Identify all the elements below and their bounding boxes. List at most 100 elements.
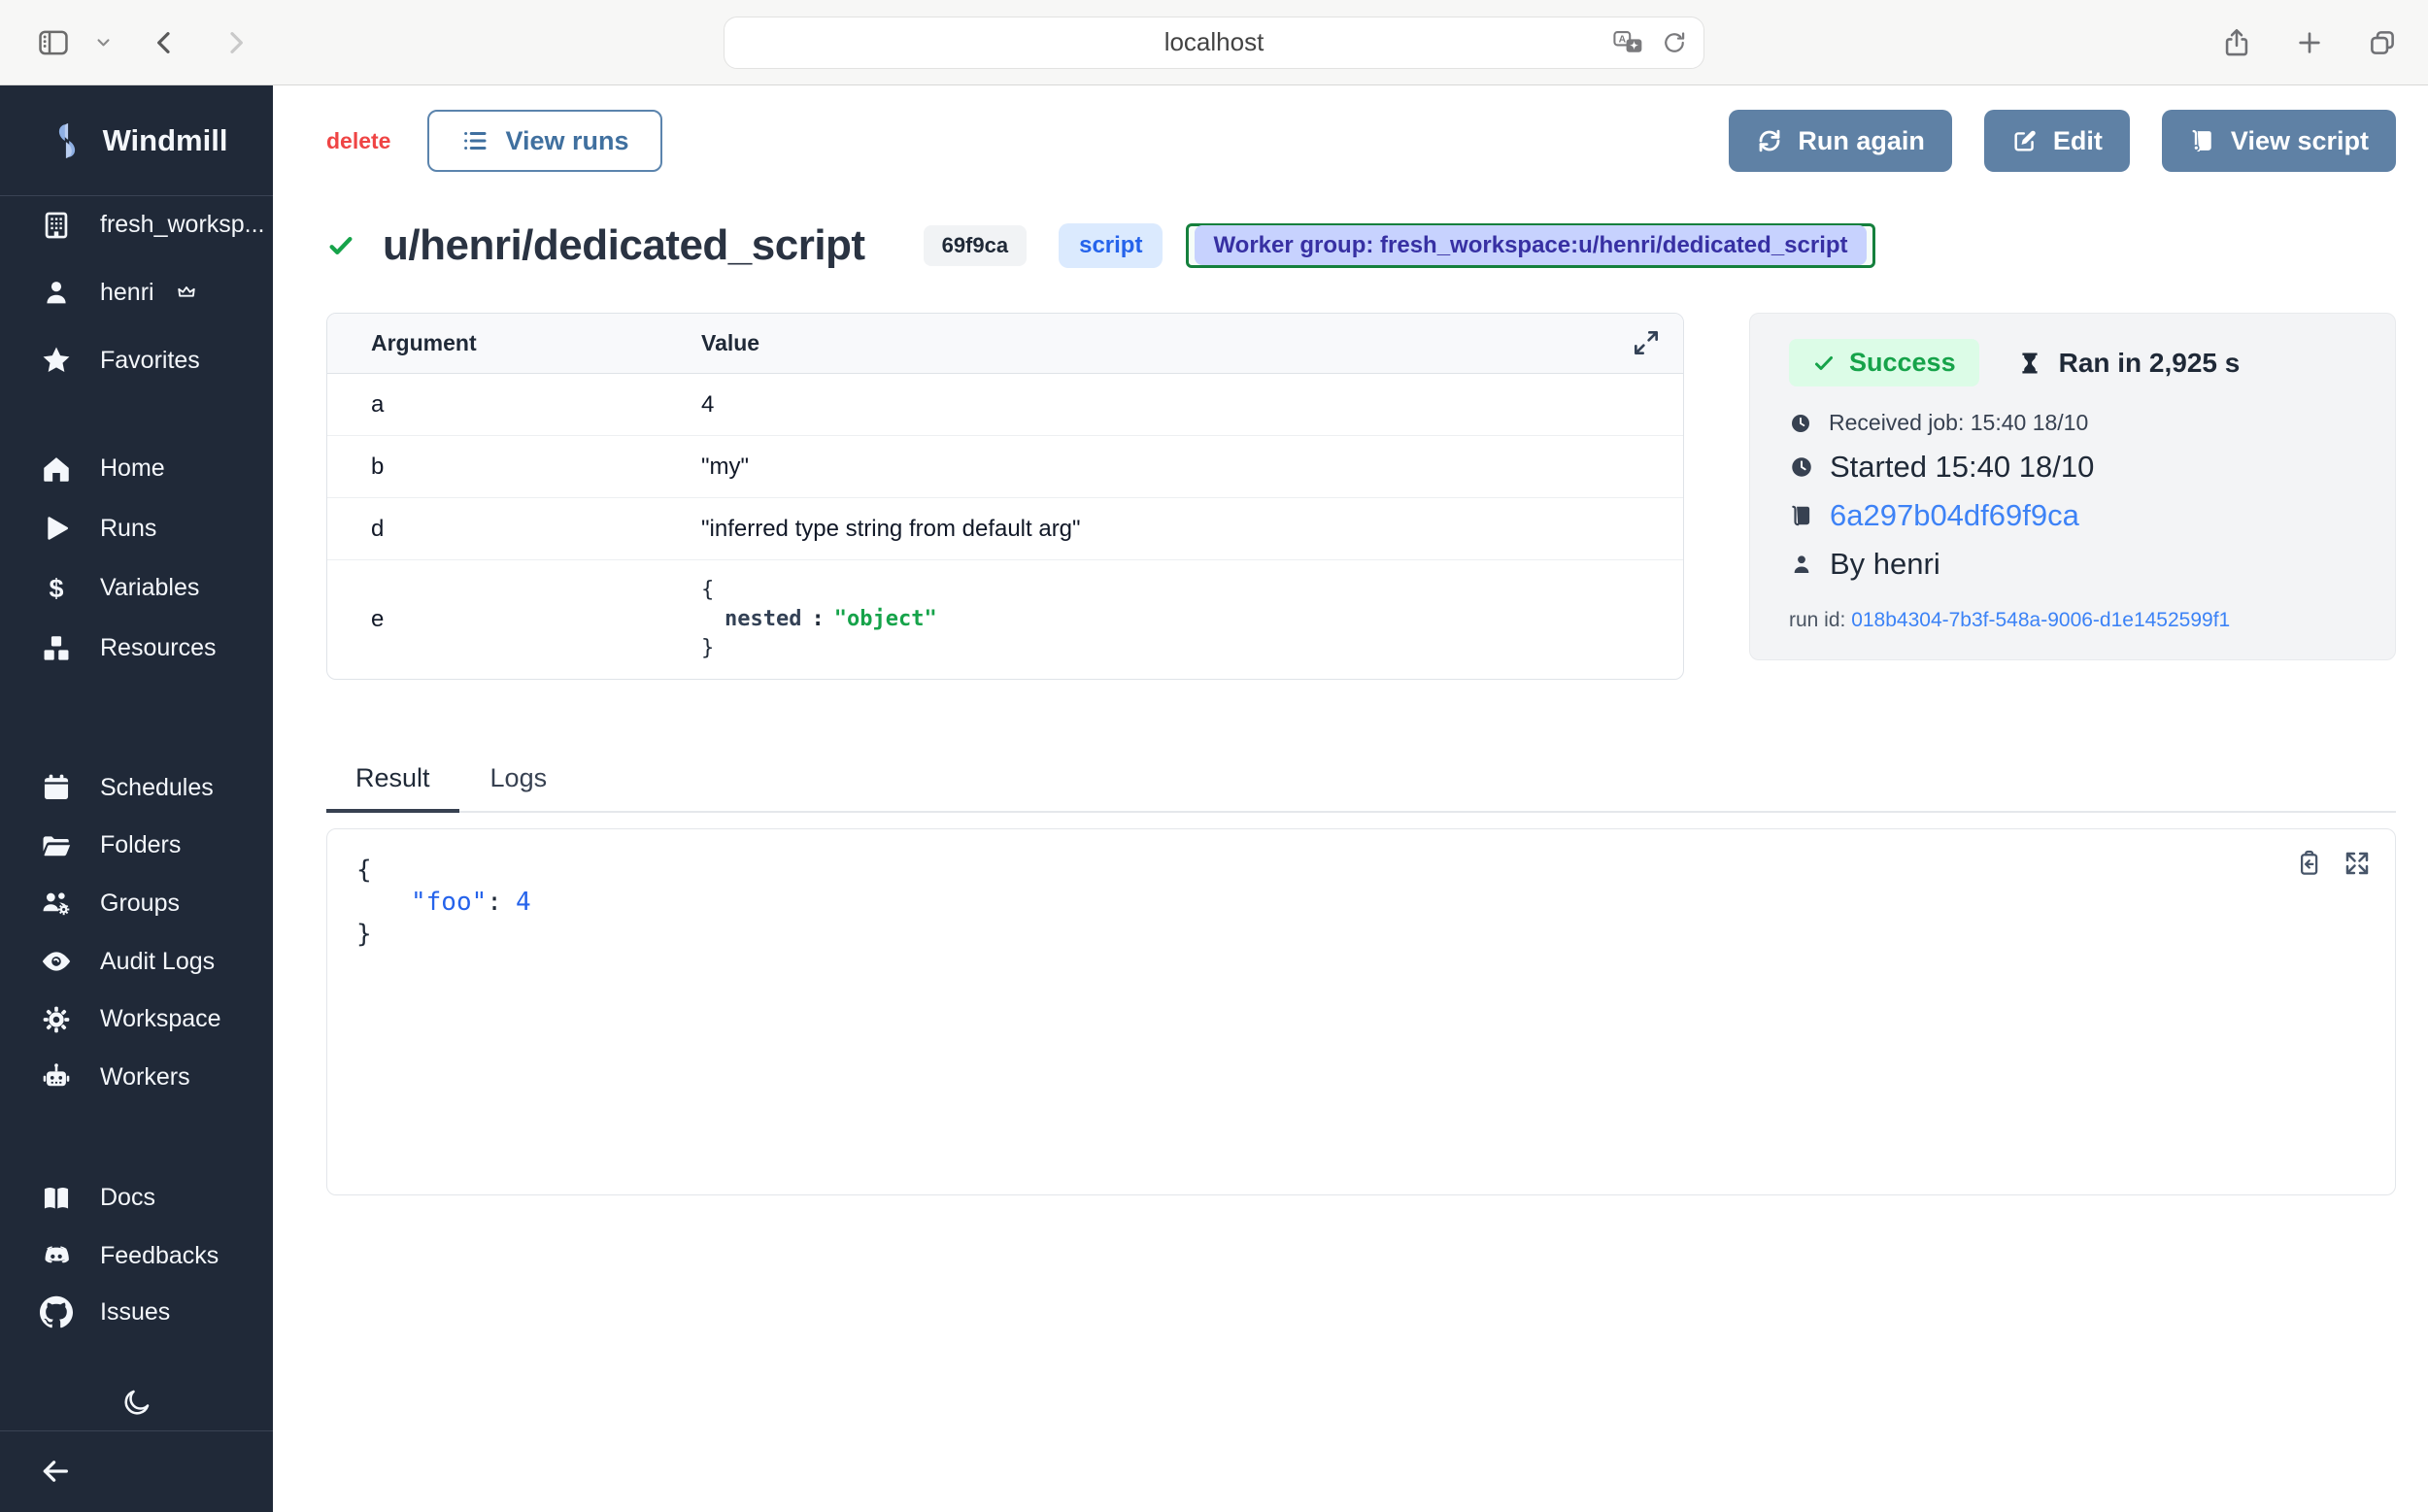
scroll-icon	[1789, 503, 1814, 528]
calendar-icon	[39, 770, 74, 805]
feedbacks-label: Feedbacks	[100, 1242, 219, 1270]
result-value: 4	[516, 888, 531, 917]
book-icon	[39, 1181, 74, 1216]
expand-table-icon[interactable]	[1631, 327, 1662, 358]
worker-group-box[interactable]: Worker group: fresh_workspace:u/henri/de…	[1186, 223, 1874, 268]
run-duration: Ran in 2,925 s	[2016, 348, 2241, 379]
arg-value: "inferred type string from default arg"	[701, 516, 1683, 543]
dark-mode-toggle[interactable]	[0, 1381, 273, 1424]
view-script-button[interactable]: View script	[2162, 110, 2396, 172]
refresh-icon	[1756, 127, 1783, 154]
sidebar-item-issues[interactable]: Issues	[0, 1291, 273, 1333]
title-row: u/henri/dedicated_script 69f9ca script W…	[326, 221, 2396, 270]
folder-icon	[39, 828, 74, 863]
clock-icon	[1789, 454, 1814, 480]
collapse-sidebar-button[interactable]	[0, 1431, 273, 1512]
arg-value: 4	[701, 391, 1683, 419]
edit-button[interactable]: Edit	[1984, 110, 2130, 172]
table-row: e { nested:"object" }	[327, 560, 1683, 679]
user-icon	[39, 275, 74, 310]
sidebar-item-runs[interactable]: Runs	[0, 508, 273, 551]
share-icon[interactable]	[2220, 26, 2253, 59]
reload-icon[interactable]	[1661, 29, 1688, 56]
groups-icon	[39, 886, 74, 921]
result-colon: :	[487, 888, 502, 917]
sidebar-item-feedbacks[interactable]: Feedbacks	[0, 1235, 273, 1278]
groups-label: Groups	[100, 890, 180, 918]
runs-label: Runs	[100, 515, 156, 543]
hourglass-icon	[2016, 350, 2043, 377]
sidebar-item-audit-logs[interactable]: Audit Logs	[0, 940, 273, 983]
tabs-overview-icon[interactable]	[2366, 26, 2399, 59]
workers-label: Workers	[100, 1063, 190, 1092]
sidebar-item-workspace[interactable]: fresh_worksp...	[0, 204, 273, 247]
resources-label: Resources	[100, 634, 217, 662]
list-icon	[460, 126, 489, 155]
job-hash-link[interactable]: 6a297b04df69f9ca	[1830, 498, 2079, 533]
arrow-left-icon	[39, 1455, 72, 1488]
play-icon	[39, 511, 74, 546]
workspace-name: fresh_worksp...	[100, 211, 265, 239]
success-check-icon	[326, 231, 355, 260]
tab-result[interactable]: Result	[326, 763, 459, 813]
translate-icon[interactable]: A ✦	[1612, 28, 1645, 57]
expand-result-icon[interactable]	[2343, 849, 2372, 878]
scroll-icon	[2189, 127, 2216, 154]
address-bar[interactable]: localhost A ✦	[724, 17, 1704, 69]
delete-button[interactable]: delete	[326, 128, 390, 154]
received-job-text: Received job: 15:40 18/10	[1829, 410, 2088, 436]
sidebar-item-workspace-settings[interactable]: Workspace	[0, 998, 273, 1041]
copy-to-clipboard-icon[interactable]	[2294, 849, 2323, 878]
user-name: henri	[100, 279, 154, 307]
sidebar-item-groups[interactable]: Groups	[0, 883, 273, 925]
script-type-badge: script	[1059, 223, 1163, 268]
sidebar-item-resources[interactable]: Resources	[0, 627, 273, 670]
main-content: delete View runs Run a	[273, 85, 2428, 1512]
person-icon	[1789, 552, 1814, 577]
status-text: Success	[1849, 348, 1956, 378]
robot-icon	[39, 1059, 74, 1094]
browser-chrome: localhost A ✦	[0, 0, 2428, 85]
sidebar-item-docs[interactable]: Docs	[0, 1177, 273, 1220]
sidebar-item-workers[interactable]: Workers	[0, 1057, 273, 1099]
sidebar-item-variables[interactable]: $ Variables	[0, 567, 273, 610]
run-again-label: Run again	[1798, 126, 1925, 156]
sidebar-item-home[interactable]: Home	[0, 448, 273, 490]
started-text: Started 15:40 18/10	[1830, 450, 2094, 485]
view-script-label: View script	[2231, 126, 2369, 156]
sidebar-item-user[interactable]: henri	[0, 272, 273, 315]
sidebar-toggle-icon[interactable]	[35, 24, 72, 61]
view-runs-button[interactable]: View runs	[427, 110, 661, 172]
crown-icon	[175, 281, 198, 304]
chevron-down-icon[interactable]	[95, 34, 112, 50]
brand-name: Windmill	[103, 123, 228, 158]
edit-label: Edit	[2053, 126, 2103, 156]
result-viewer: { "foo":4 }	[326, 828, 2396, 1195]
by-user-text: By henri	[1830, 547, 1940, 582]
json-colon: :	[811, 607, 824, 631]
json-value: "object"	[834, 607, 937, 631]
brand[interactable]: Windmill	[0, 85, 273, 196]
json-key: nested	[725, 607, 801, 631]
script-hash-badge: 69f9ca	[924, 225, 1028, 266]
schedules-label: Schedules	[100, 774, 214, 802]
sidebar-item-favorites[interactable]: Favorites	[0, 339, 273, 382]
result-open-brace: {	[356, 855, 2366, 887]
run-again-button[interactable]: Run again	[1729, 110, 1952, 172]
sidebar-item-folders[interactable]: Folders	[0, 824, 273, 867]
edit-icon	[2011, 127, 2039, 154]
by-user-row: By henri	[1789, 547, 2356, 582]
clock-icon	[1789, 412, 1812, 435]
svg-text:$: $	[50, 574, 64, 603]
url-text: localhost	[1164, 27, 1265, 57]
run-id-label: run id:	[1789, 609, 1851, 631]
run-id-link[interactable]: 018b4304-7b3f-548a-9006-d1e1452599f1	[1851, 609, 2230, 631]
tab-logs[interactable]: Logs	[461, 763, 577, 811]
back-icon[interactable]	[149, 27, 180, 58]
new-tab-icon[interactable]	[2294, 27, 2325, 58]
result-tabs: Result Logs	[326, 763, 2396, 813]
arg-value-json: { nested:"object" }	[701, 560, 1683, 679]
table-row: a 4	[327, 374, 1683, 436]
audit-logs-label: Audit Logs	[100, 948, 215, 976]
sidebar-item-schedules[interactable]: Schedules	[0, 766, 273, 809]
